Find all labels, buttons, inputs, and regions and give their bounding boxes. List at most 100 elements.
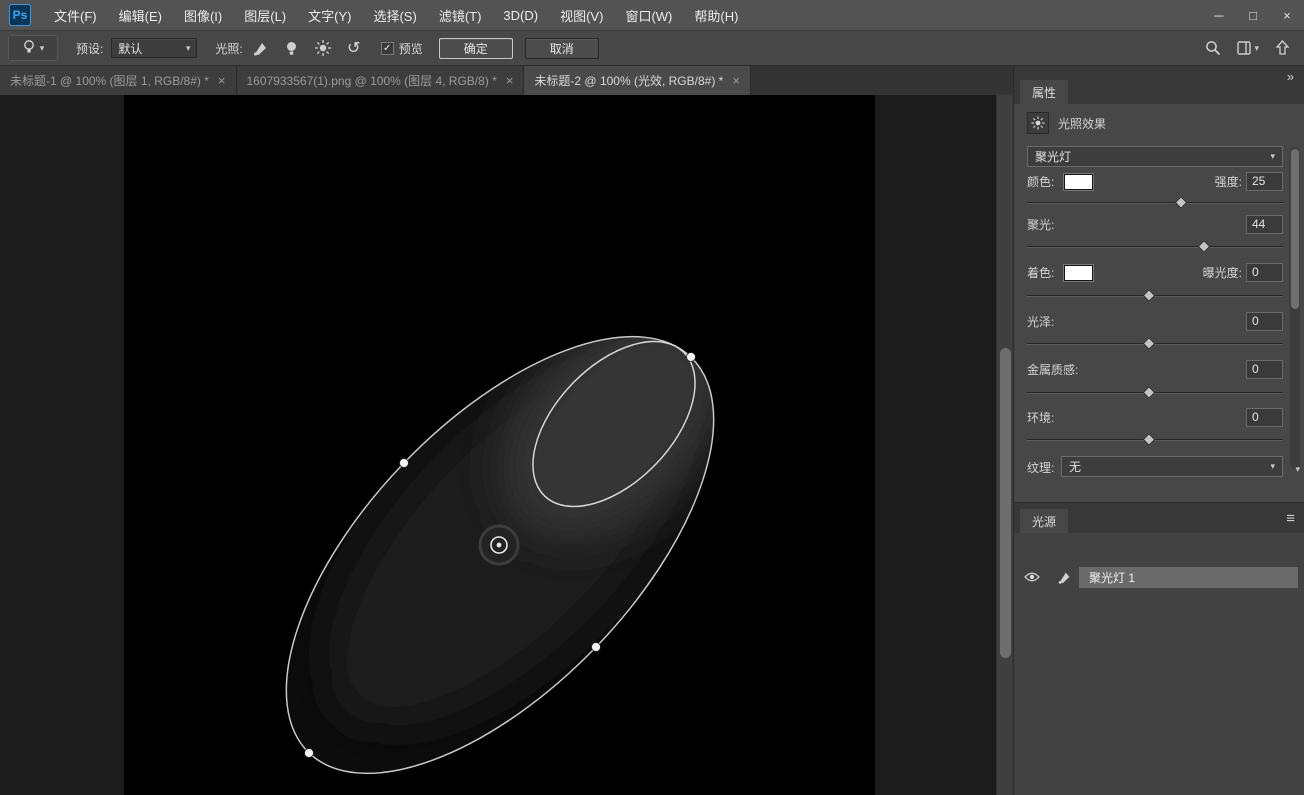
menu-help[interactable]: 帮助(H) [683,0,749,30]
preview-label: 预览 [399,40,423,57]
collapse-panels-icon[interactable]: » [1287,69,1294,84]
menu-filter[interactable]: 滤镜(T) [428,0,493,30]
menu-window[interactable]: 窗口(W) [614,0,683,30]
exposure-field[interactable]: 0 [1246,263,1283,282]
preset-label: 预设: [76,40,103,57]
light-type-value: 聚光灯 [1035,148,1071,165]
focus-slider[interactable] [1027,242,1283,252]
light-handle-left[interactable] [400,459,409,468]
light-list-item[interactable]: 聚光灯 1 [1021,566,1298,588]
slider-thumb[interactable] [1142,289,1155,302]
scrollbar-thumb[interactable] [1291,149,1299,309]
tab-properties[interactable]: 属性 [1020,80,1068,104]
slider-thumb[interactable] [1142,433,1155,446]
close-icon[interactable]: × [506,73,514,88]
tab-lights[interactable]: 光源 [1020,509,1068,533]
workspace-switcher-button[interactable]: ▾ [1237,35,1259,61]
menu-file[interactable]: 文件(F) [43,0,108,30]
workspace-icon [1237,41,1254,55]
focus-field[interactable]: 44 [1246,215,1283,234]
texture-label: 纹理: [1027,459,1054,476]
focus-label: 聚光: [1027,216,1054,233]
chevron-down-icon: ▾ [1270,461,1275,472]
gloss-field[interactable]: 0 [1246,312,1283,331]
texture-select[interactable]: 无 ▾ [1061,456,1283,477]
menu-layer[interactable]: 图层(L) [233,0,297,30]
eye-icon [1024,571,1040,583]
menu-view[interactable]: 视图(V) [549,0,614,30]
gloss-label: 光泽: [1027,313,1054,330]
document-tab-1[interactable]: 未标题-1 @ 100% (图层 1, RGB/8#) * × [0,66,237,95]
share-button[interactable] [1275,35,1290,61]
light-color-swatch[interactable] [1064,174,1093,190]
light-handle-right[interactable] [592,643,601,652]
reset-lights-button[interactable]: ↺ [341,35,367,61]
light-item-selected[interactable]: 聚光灯 1 [1079,567,1298,588]
slider-thumb[interactable] [1174,196,1187,209]
panel-menu-icon[interactable]: ≡ [1286,510,1295,527]
ok-button[interactable]: 确定 [439,38,513,59]
search-button[interactable] [1205,35,1221,61]
tool-preset-picker[interactable]: ▾ [8,35,58,61]
colorize-exposure-row: 着色: 曝光度: 0 [1027,263,1283,282]
menu-edit[interactable]: 编辑(E) [108,0,173,30]
preset-value: 默认 [118,40,142,57]
exposure-slider[interactable] [1027,291,1283,301]
close-icon[interactable]: × [732,73,740,88]
metallic-slider[interactable] [1027,388,1283,398]
menu-bar: Ps 文件(F) 编辑(E) 图像(I) 图层(L) 文字(Y) 选择(S) 滤… [0,0,1304,30]
preset-select[interactable]: 默认 ▾ [111,38,197,58]
menu-type[interactable]: 文字(Y) [297,0,362,30]
lights-panel-body: 聚光灯 1 [1014,533,1304,795]
ambience-slider[interactable] [1027,435,1283,445]
document-area: 未标题-1 @ 100% (图层 1, RGB/8#) * × 16079335… [0,66,1013,795]
menu-select[interactable]: 选择(S) [362,0,427,30]
cancel-button[interactable]: 取消 [525,38,599,59]
window-controls: ─ □ × [1202,0,1304,30]
light-item-label: 聚光灯 1 [1089,569,1135,586]
document-tab-2[interactable]: 1607933567(1).png @ 100% (图层 4, RGB/8) *… [237,66,525,95]
preview-checkbox[interactable]: ✓ 预览 [381,40,423,57]
ambience-field[interactable]: 0 [1246,408,1283,427]
document-tab-3-active[interactable]: 未标题-2 @ 100% (光效, RGB/8#) * × [524,66,751,95]
slider-thumb[interactable] [1197,240,1210,253]
slider-track [1027,202,1283,204]
canvas-viewport[interactable] [0,95,1013,795]
light-type-select[interactable]: 聚光灯 ▾ [1027,146,1283,167]
minimize-button[interactable]: ─ [1202,0,1236,30]
slider-thumb[interactable] [1142,386,1155,399]
gloss-row: 光泽: 0 [1027,312,1283,331]
scrollbar-thumb[interactable] [1000,348,1011,658]
lights-label: 光照: [215,40,242,57]
lighting-gizmo-overlay[interactable] [0,95,993,795]
colorize-swatch[interactable] [1064,265,1093,281]
canvas-vertical-scrollbar[interactable] [996,95,1013,795]
visibility-toggle[interactable] [1021,571,1043,583]
metallic-field[interactable]: 0 [1246,360,1283,379]
add-infinite-light-button[interactable] [310,35,336,61]
spot-light-icon [252,40,269,57]
slider-thumb[interactable] [1142,337,1155,350]
menu-3d[interactable]: 3D(D) [492,0,549,30]
menu-image[interactable]: 图像(I) [173,0,233,30]
checkbox-check-icon: ✓ [381,42,394,55]
intensity-field[interactable]: 25 [1246,172,1283,191]
effect-title: 光照效果 [1058,115,1106,132]
close-button[interactable]: × [1270,0,1304,30]
light-center-dot [497,543,502,548]
properties-scrollbar[interactable] [1290,147,1300,469]
maximize-button[interactable]: □ [1236,0,1270,30]
chevron-down-icon: ▾ [1254,43,1259,54]
light-handle-top-right[interactable] [687,353,696,362]
scroll-down-icon[interactable]: ▾ [1295,464,1300,475]
close-icon[interactable]: × [218,73,226,88]
lights-panel-header: 光源 ≡ [1014,502,1304,533]
chevron-down-icon: ▾ [40,43,45,54]
light-handle-bottom[interactable] [305,749,314,758]
exposure-label: 曝光度: [1203,264,1242,281]
properties-tab-strip: 属性 » [1014,66,1304,104]
add-spot-light-button[interactable] [248,35,274,61]
intensity-slider[interactable] [1027,198,1283,208]
add-point-light-button[interactable] [279,35,305,61]
gloss-slider[interactable] [1027,339,1283,349]
